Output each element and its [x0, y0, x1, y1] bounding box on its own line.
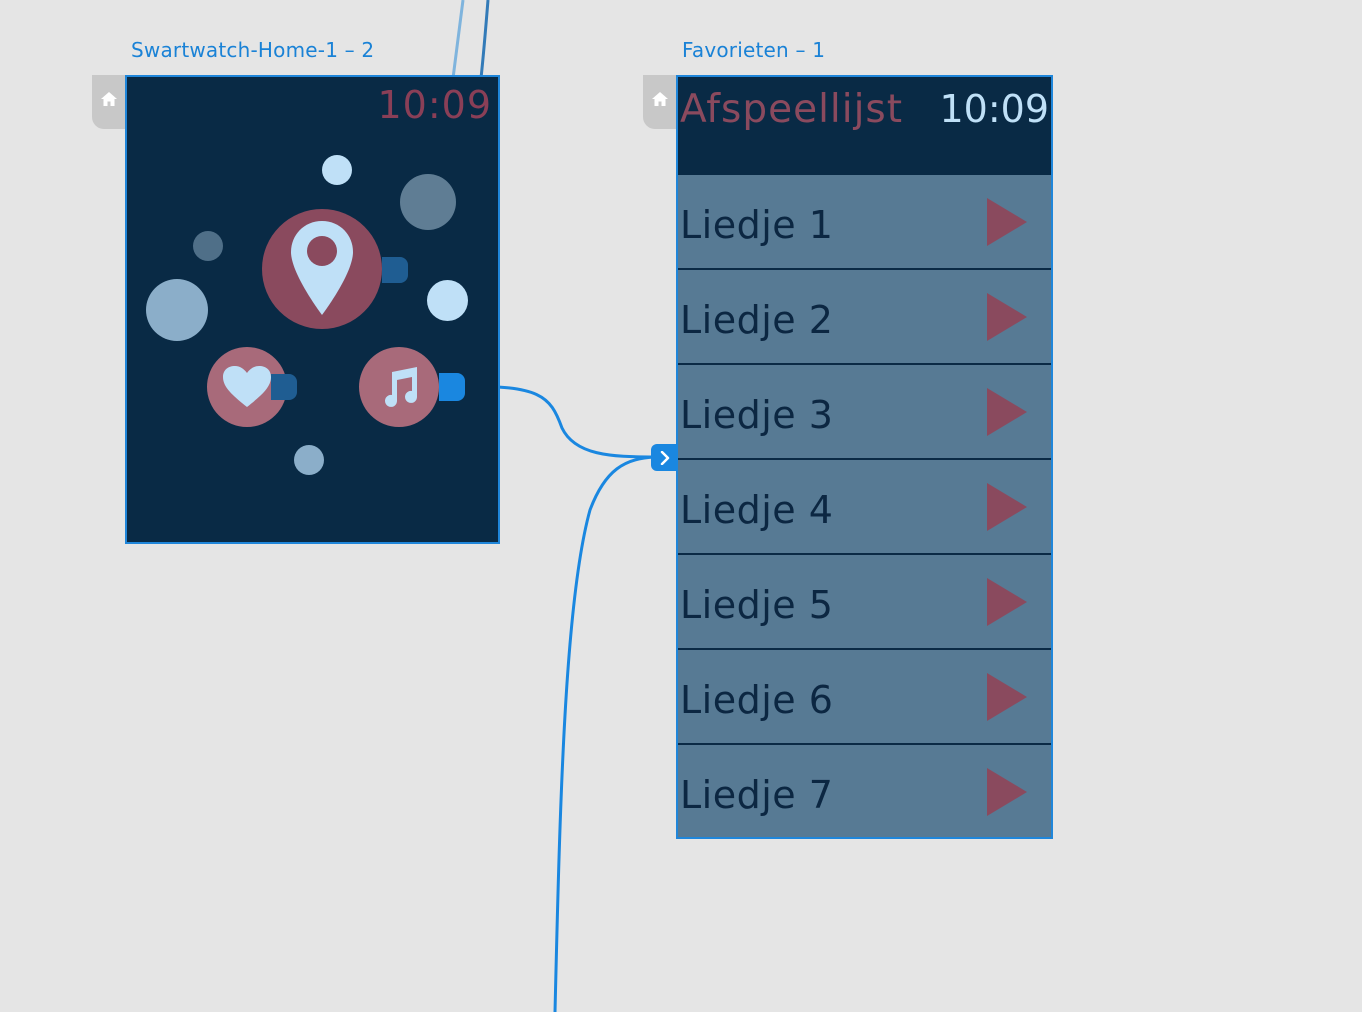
song-row[interactable]: Liedje 6 — [678, 650, 1051, 745]
home-icon — [652, 92, 668, 106]
decorative-bubble — [146, 279, 208, 341]
artboard-home[interactable]: 10:09 — [125, 75, 500, 544]
song-title: Liedje 5 — [680, 583, 834, 627]
song-title: Liedje 3 — [680, 393, 834, 437]
playlist-title: Afspeellijst — [680, 87, 904, 132]
song-list: Liedje 1 Liedje 2 Liedje 3 Liedje 4 Lied… — [678, 175, 1051, 837]
play-icon[interactable] — [985, 577, 1029, 627]
play-icon[interactable] — [985, 767, 1029, 817]
favorites-link-handle[interactable] — [271, 374, 297, 400]
home-tab[interactable] — [92, 75, 126, 129]
location-link-handle[interactable] — [382, 257, 408, 283]
play-icon[interactable] — [985, 387, 1029, 437]
play-icon[interactable] — [985, 292, 1029, 342]
song-row[interactable]: Liedje 4 — [678, 460, 1051, 555]
chevron-right-icon — [660, 450, 669, 465]
music-button[interactable] — [359, 347, 439, 427]
song-row[interactable]: Liedje 2 — [678, 270, 1051, 365]
song-row[interactable]: Liedje 7 — [678, 745, 1051, 837]
watch-clock: 10:09 — [939, 87, 1049, 131]
heart-icon — [223, 366, 271, 407]
song-title: Liedje 4 — [680, 488, 834, 532]
play-icon[interactable] — [985, 482, 1029, 532]
music-note-icon — [385, 367, 417, 407]
song-title: Liedje 7 — [680, 773, 834, 817]
location-button[interactable] — [262, 209, 382, 329]
artboard-label-home[interactable]: Swartwatch-Home-1 – 2 — [131, 38, 374, 62]
song-title: Liedje 2 — [680, 298, 834, 342]
music-link-handle[interactable] — [439, 373, 465, 401]
decorative-bubble — [427, 280, 468, 321]
decorative-bubble — [294, 445, 324, 475]
song-title: Liedje 1 — [680, 203, 834, 247]
song-row[interactable]: Liedje 1 — [678, 175, 1051, 270]
decorative-bubble — [322, 155, 352, 185]
song-row[interactable]: Liedje 3 — [678, 365, 1051, 460]
decorative-bubble — [193, 231, 223, 261]
home-icon — [101, 92, 117, 106]
song-row[interactable]: Liedje 5 — [678, 555, 1051, 650]
decorative-bubble — [400, 174, 456, 230]
artboard-favorites[interactable]: Afspeellijst 10:09 Liedje 1 Liedje 2 Lie… — [676, 75, 1053, 839]
watch-clock: 10:09 — [377, 83, 492, 127]
playlist-header: Afspeellijst 10:09 — [678, 77, 1051, 173]
play-icon[interactable] — [985, 197, 1029, 247]
connector-target-handle[interactable] — [651, 444, 678, 471]
map-pin-icon — [291, 221, 353, 315]
home-tab[interactable] — [643, 75, 677, 129]
play-icon[interactable] — [985, 672, 1029, 722]
artboard-label-favorites[interactable]: Favorieten – 1 — [682, 38, 825, 62]
song-title: Liedje 6 — [680, 678, 834, 722]
